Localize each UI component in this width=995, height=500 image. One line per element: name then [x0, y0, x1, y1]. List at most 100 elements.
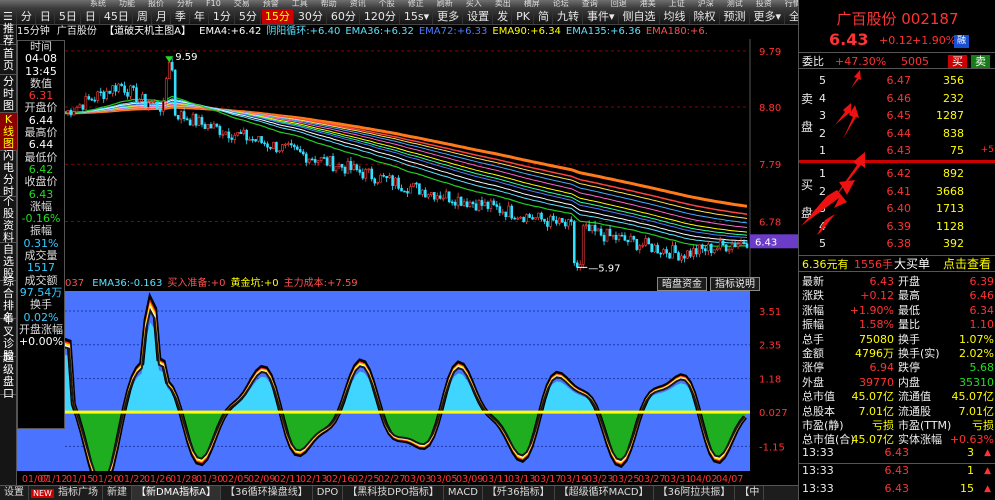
- nav-char: 线: [3, 124, 14, 138]
- period-btn-9[interactable]: 1分: [210, 8, 235, 24]
- candle-body: [498, 206, 502, 213]
- candle-body: [126, 92, 129, 97]
- period-btn-12[interactable]: 30分: [295, 8, 327, 24]
- toptool-item[interactable]: 沪深: [698, 0, 714, 8]
- period-btn-14[interactable]: 120分: [361, 8, 400, 24]
- nav-item-9[interactable]: 超级盘口: [0, 351, 17, 399]
- period-btn-1[interactable]: 日: [37, 8, 55, 24]
- toolbar-btn-1[interactable]: PK: [513, 8, 534, 24]
- toolbar-btn-5[interactable]: 侧自选: [620, 8, 660, 24]
- toptool-item[interactable]: 上证: [669, 0, 685, 8]
- period-btn-3[interactable]: 日: [82, 8, 100, 24]
- dark-fund-button[interactable]: 暗盘资金: [657, 277, 707, 291]
- toptool-item[interactable]: 横屏: [524, 0, 540, 8]
- candle-body: [504, 211, 508, 218]
- toptool-item[interactable]: 个股: [379, 0, 395, 8]
- toptool-item[interactable]: 资讯: [350, 0, 366, 8]
- indicator-tab-4[interactable]: 【36循环操盘线】: [221, 486, 313, 500]
- indicator-tab-9[interactable]: 【超级循环MACD】: [555, 486, 654, 500]
- period-btn-15[interactable]: 15s▾: [401, 8, 434, 24]
- indicator-tab-8[interactable]: 【歼36指标】: [483, 486, 555, 500]
- main-chart-header: 15分钟 广百股份 【道破天机主图A】 EMA4:+6.42 阴阳循环:+6.40…: [17, 25, 798, 39]
- period-btn-16[interactable]: 更多: [434, 8, 464, 24]
- toptool-item[interactable]: 交易: [234, 0, 250, 8]
- toolbar-btn-6[interactable]: 均线: [661, 8, 690, 24]
- toptool-item[interactable]: 回退: [611, 0, 627, 8]
- candle-body: [590, 224, 594, 232]
- low-annotation: —5.97: [588, 263, 620, 274]
- period-btn-11[interactable]: 15分: [261, 8, 294, 24]
- candle-body: [733, 243, 737, 248]
- toptool-item[interactable]: 预警: [263, 0, 279, 8]
- nav-item-3[interactable]: K线图: [0, 113, 17, 151]
- period-btn-8[interactable]: 年: [191, 8, 209, 24]
- toptool-item[interactable]: 修正: [408, 0, 424, 8]
- nav-item-4[interactable]: 闪电分时: [0, 149, 17, 197]
- toolbar-btn-9[interactable]: 更多▾: [751, 8, 786, 24]
- candle-body: [310, 158, 314, 161]
- candle-body: [170, 61, 174, 71]
- toptool-item[interactable]: 帮助: [321, 0, 337, 8]
- indicator-tab-2[interactable]: 新建: [103, 486, 132, 500]
- candle-body: [295, 146, 299, 150]
- indicator-tab-5[interactable]: DPO: [313, 486, 344, 500]
- period-btn-10[interactable]: 5分: [236, 8, 261, 24]
- toptool-item[interactable]: 测试: [727, 0, 743, 8]
- indicator-tab-1[interactable]: 指标广场: [54, 486, 103, 500]
- chart-stock-name: 广百股份: [56, 26, 97, 37]
- toptool-item[interactable]: 港美: [640, 0, 656, 8]
- period-btn-5[interactable]: 周: [134, 8, 152, 24]
- main-candle-chart[interactable]: 9.79 8.80 7.79 6.78 9.59 —5.97 6.43: [17, 39, 798, 277]
- period-btn-2[interactable]: 5日: [56, 8, 81, 24]
- toptool-item[interactable]: 卖出: [495, 0, 511, 8]
- candle-body: [304, 153, 308, 163]
- period-btn-17[interactable]: 设置: [464, 8, 494, 24]
- toptool-item[interactable]: 功能: [119, 0, 135, 8]
- toptool-item[interactable]: 刷新: [437, 0, 453, 8]
- toolbar-btn-0[interactable]: 发: [494, 8, 513, 24]
- candle-body: [156, 101, 159, 109]
- toolbar-btn-3[interactable]: 九转: [554, 8, 583, 24]
- toptool-item[interactable]: 工具: [292, 0, 308, 8]
- period-btn-6[interactable]: 月: [153, 8, 171, 24]
- indicator-tab-6[interactable]: 【黑科技DPO指标】: [343, 486, 444, 500]
- toolbar-btn-7[interactable]: 除权: [691, 8, 720, 24]
- chart-indicator-name[interactable]: 【道破天机主图A】: [104, 26, 191, 37]
- candle-body: [218, 126, 222, 135]
- candle-body: [632, 236, 636, 240]
- indicator-chart[interactable]: 3.51 2.35 1.18 0.027 -1.15: [17, 291, 798, 471]
- toptool-item[interactable]: 买入: [466, 0, 482, 8]
- toptool-item[interactable]: 分析: [177, 0, 193, 8]
- toolbar-btn-8[interactable]: 预测: [721, 8, 750, 24]
- indicator-tab-11[interactable]: 【中: [735, 486, 765, 500]
- candle-body: [599, 228, 603, 236]
- toptool-item[interactable]: 投资: [756, 0, 772, 8]
- toptool-item[interactable]: 系统: [90, 0, 106, 8]
- candle-body: [430, 192, 433, 195]
- candle-body: [617, 234, 621, 240]
- x-tick-label: 03/17: [534, 474, 561, 485]
- candle-body: [447, 191, 451, 203]
- candle-body: [358, 169, 362, 173]
- nav-item-5[interactable]: 个股资料: [0, 195, 17, 243]
- period-btn-13[interactable]: 60分: [328, 8, 360, 24]
- period-btn-7[interactable]: 季: [172, 8, 190, 24]
- candle-body: [638, 245, 642, 250]
- toptool-item[interactable]: 报价: [148, 0, 164, 8]
- nav-item-0[interactable]: 推荐: [0, 22, 17, 46]
- candle-body: [313, 159, 317, 163]
- toptool-item[interactable]: 论坛: [553, 0, 569, 8]
- toptool-item[interactable]: 查询: [582, 0, 598, 8]
- indicator-tab-3[interactable]: 【新DMA指标A】: [131, 486, 221, 500]
- nav-item-2[interactable]: 分时图: [0, 75, 17, 113]
- indicator-desc-button[interactable]: 指标说明: [710, 277, 760, 291]
- toptool-item[interactable]: F10: [206, 0, 221, 8]
- indicator-tab-0[interactable]: 设置: [0, 486, 29, 500]
- period-btn-0[interactable]: 分: [18, 8, 36, 24]
- period-btn-4[interactable]: 45日: [101, 8, 133, 24]
- toolbar-btn-4[interactable]: 事件▾: [584, 8, 619, 24]
- toolbar-btn-2[interactable]: 简: [535, 8, 553, 24]
- nav-item-1[interactable]: 首页: [0, 45, 17, 75]
- indicator-tab-7[interactable]: MACD: [444, 486, 483, 500]
- indicator-tab-10[interactable]: 【36阿拉共振】: [654, 486, 736, 500]
